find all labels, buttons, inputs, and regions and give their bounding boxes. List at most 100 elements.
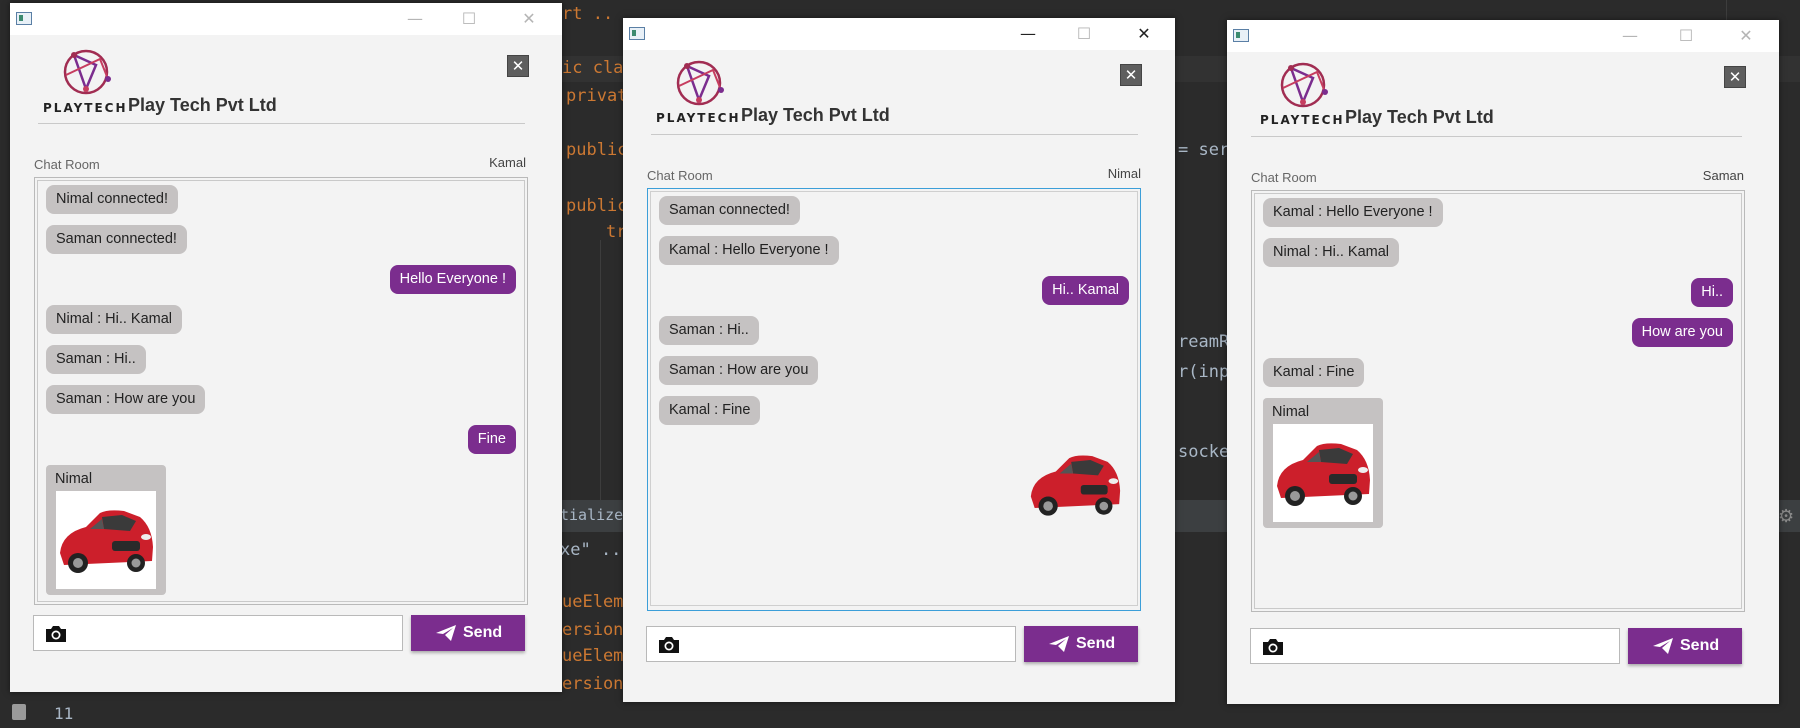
message-bubble: Kamal : Fine <box>1263 358 1365 387</box>
camera-icon[interactable] <box>1261 638 1285 656</box>
titlebar: — ☐ ✕ <box>623 18 1175 50</box>
message-input[interactable] <box>646 626 1016 662</box>
gear-icon[interactable]: ⚙ <box>1778 506 1794 527</box>
ide-code-line: reamR <box>1178 332 1230 352</box>
minimize-button[interactable]: — <box>392 3 438 35</box>
ide-code-line: ic cla <box>562 58 624 78</box>
image-message: Nimal <box>1263 398 1383 528</box>
current-user-label: Kamal <box>489 155 526 170</box>
message-bubble: Hi.. Kamal <box>1042 276 1129 305</box>
logo-text: PLAYTECH <box>656 111 741 125</box>
logo-text: PLAYTECH <box>1260 113 1345 127</box>
image-sender: Nimal <box>1272 404 1310 420</box>
minimize-button[interactable]: — <box>1607 20 1653 52</box>
car-image[interactable] <box>1273 424 1373 522</box>
message-bubble: Nimal : Hi.. Kamal <box>1263 238 1400 267</box>
chat-window-nimal: — ☐ ✕ PLAYTECH Play Tech Pvt Ltd ✕ Chat … <box>623 18 1175 702</box>
message-bubble: Nimal connected! <box>46 185 179 214</box>
message-bubble: How are you <box>1631 318 1733 347</box>
ide-code-line: xe" .. <box>560 540 622 560</box>
image-message: Nimal <box>46 465 166 595</box>
window-close-button[interactable]: ✕ <box>1121 18 1167 50</box>
company-name: Play Tech Pvt Ltd <box>1345 107 1494 127</box>
car-image[interactable] <box>1027 436 1123 532</box>
playtech-logo-icon <box>1280 62 1328 108</box>
chat-room-label: Chat Room <box>34 157 100 172</box>
header-divider <box>651 134 1138 135</box>
message-bubble: Saman : How are you <box>659 356 819 385</box>
message-input[interactable] <box>1250 628 1620 664</box>
ide-code-line: ersion <box>562 620 624 640</box>
chat-window-kamal: — ☐ ✕ PLAYTECH Play Tech Pvt Ltd ✕ Chat … <box>10 3 562 692</box>
chat-messages-area[interactable]: Saman connected! Kamal : Hello Everyone … <box>647 188 1141 611</box>
logo-text: PLAYTECH <box>43 101 128 115</box>
ide-code-line: ueElem <box>562 592 624 612</box>
message-bubble: Nimal : Hi.. Kamal <box>46 305 183 334</box>
send-label: Send <box>1076 635 1116 652</box>
camera-icon[interactable] <box>44 625 68 643</box>
message-bubble: Kamal : Fine <box>659 396 761 425</box>
maximize-button[interactable]: ☐ <box>1061 18 1107 50</box>
send-button[interactable]: Send <box>411 615 525 651</box>
ide-code-line: ueElem <box>562 646 624 666</box>
send-label: Send <box>1680 637 1720 654</box>
car-image[interactable] <box>56 491 156 589</box>
close-chat-button[interactable]: ✕ <box>1724 66 1746 88</box>
ide-code-line: ersion <box>562 674 624 694</box>
app-icon <box>1233 29 1249 42</box>
ide-code-line: = ser <box>1178 140 1230 160</box>
send-plane-icon <box>1653 638 1673 654</box>
message-bubble: Saman : Hi.. <box>46 345 146 374</box>
send-plane-icon <box>436 625 456 641</box>
app-icon <box>16 12 32 25</box>
car-icon <box>60 510 153 573</box>
send-button[interactable]: Send <box>1628 628 1742 664</box>
chat-messages-area[interactable]: Kamal : Hello Everyone ! Nimal : Hi.. Ka… <box>1251 190 1745 612</box>
maximize-button[interactable]: ☐ <box>446 3 492 35</box>
ide-code-line: privat <box>566 86 628 106</box>
car-icon <box>1030 455 1121 516</box>
close-chat-button[interactable]: ✕ <box>507 55 529 77</box>
ide-code-line: r(inp <box>1178 362 1230 382</box>
message-bubble: Saman connected! <box>46 225 187 254</box>
chat-window-saman: — ☐ ✕ PLAYTECH Play Tech Pvt Ltd ✕ Chat … <box>1227 20 1779 704</box>
message-bubble: Kamal : Hello Everyone ! <box>1263 198 1443 227</box>
window-close-button[interactable]: ✕ <box>1723 20 1769 52</box>
message-bubble: Hello Everyone ! <box>389 265 516 294</box>
company-name: Play Tech Pvt Ltd <box>128 95 277 115</box>
message-bubble: Saman : Hi.. <box>659 316 759 345</box>
playtech-logo-icon <box>63 49 111 95</box>
send-label: Send <box>463 624 503 641</box>
minimize-button[interactable]: — <box>1005 18 1051 50</box>
company-name: Play Tech Pvt Ltd <box>741 105 890 125</box>
close-chat-button[interactable]: ✕ <box>1120 64 1142 86</box>
ide-code-line: socke <box>1178 442 1230 462</box>
header-divider <box>38 123 525 124</box>
message-bubble: Saman : How are you <box>46 385 206 414</box>
car-icon <box>1277 443 1370 506</box>
chat-messages-area[interactable]: Nimal connected! Saman connected! Hello … <box>34 177 528 605</box>
message-bubble: Kamal : Hello Everyone ! <box>659 236 839 265</box>
app-icon <box>629 27 645 40</box>
chat-room-label: Chat Room <box>1251 170 1317 185</box>
maximize-button[interactable]: ☐ <box>1663 20 1709 52</box>
chat-room-label: Chat Room <box>647 168 713 183</box>
camera-icon[interactable] <box>657 636 681 654</box>
message-input[interactable] <box>33 615 403 651</box>
playtech-logo-icon <box>676 60 724 106</box>
ide-line-number: 11 <box>54 704 74 723</box>
ide-code-line: public <box>566 140 628 160</box>
titlebar: — ☐ ✕ <box>1227 20 1779 52</box>
window-close-button[interactable]: ✕ <box>506 3 552 35</box>
ide-code-line: public <box>566 196 628 216</box>
titlebar: — ☐ ✕ <box>10 3 562 35</box>
current-user-label: Saman <box>1702 168 1744 183</box>
trash-icon[interactable] <box>12 704 26 720</box>
current-user-label: Nimal <box>1107 166 1141 181</box>
image-sender: Nimal <box>55 471 93 487</box>
message-bubble: Fine <box>467 425 516 454</box>
header-divider <box>1251 136 1742 137</box>
message-bubble: Hi.. <box>1691 278 1733 307</box>
send-button[interactable]: Send <box>1024 626 1138 662</box>
message-bubble: Saman connected! <box>659 196 800 225</box>
